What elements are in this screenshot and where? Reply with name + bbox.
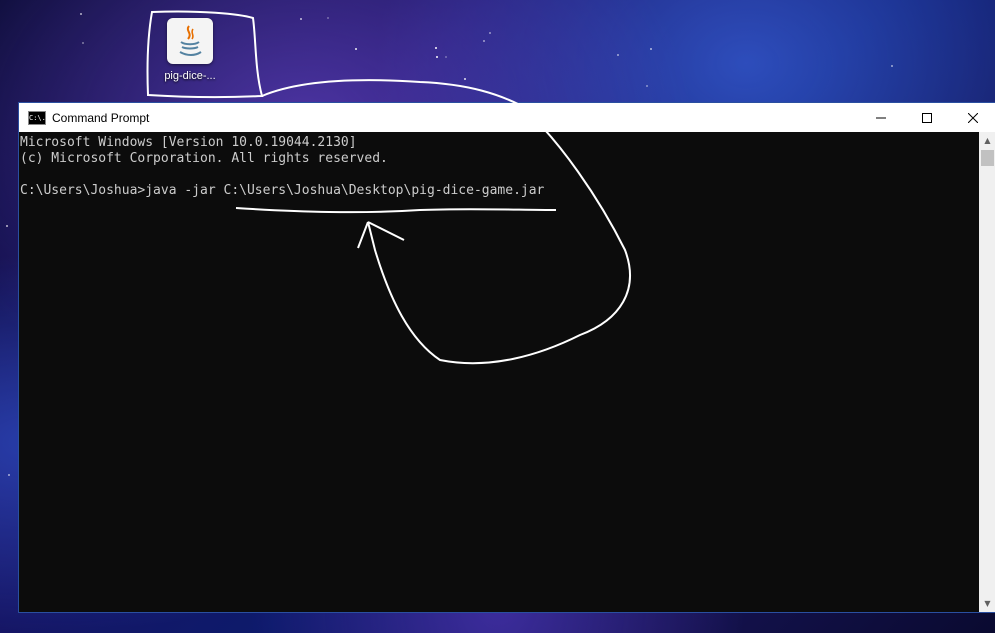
- wallpaper-star: [436, 56, 438, 58]
- wallpaper-star: [355, 48, 357, 50]
- command-prompt-window: C:\. Command Prompt Microsoft Windows [V…: [18, 102, 995, 613]
- wallpaper-star: [891, 65, 893, 67]
- close-button[interactable]: [950, 103, 995, 132]
- wallpaper-star: [489, 32, 491, 34]
- wallpaper-star: [650, 48, 652, 50]
- wallpaper-star: [483, 40, 485, 42]
- vertical-scrollbar[interactable]: ▲ ▼: [979, 132, 995, 612]
- scroll-up-icon[interactable]: ▲: [979, 132, 995, 149]
- wallpaper-star: [445, 56, 447, 58]
- desktop-icon-pig-dice-jar[interactable]: pig-dice-...: [150, 16, 230, 92]
- wallpaper-star: [646, 85, 648, 87]
- close-icon: [968, 112, 978, 123]
- wallpaper-star: [617, 54, 619, 56]
- console-command-line: C:\Users\Joshua>java -jar C:\Users\Joshu…: [20, 183, 545, 198]
- scroll-down-icon[interactable]: ▼: [979, 595, 995, 612]
- window-title: Command Prompt: [52, 110, 150, 125]
- cmd-app-icon: C:\.: [28, 110, 46, 125]
- wallpaper-star: [435, 47, 437, 49]
- console-output[interactable]: Microsoft Windows [Version 10.0.19044.21…: [19, 132, 979, 612]
- maximize-icon: [922, 112, 932, 123]
- java-jar-icon: [167, 18, 213, 64]
- minimize-icon: [876, 117, 886, 118]
- wallpaper-star: [300, 18, 302, 20]
- wallpaper-star: [464, 78, 466, 80]
- desktop-icon-label: pig-dice-...: [164, 70, 216, 82]
- maximize-button[interactable]: [904, 103, 950, 132]
- wallpaper-star: [6, 225, 8, 227]
- wallpaper-star: [8, 474, 10, 476]
- window-titlebar[interactable]: C:\. Command Prompt: [19, 103, 995, 132]
- wallpaper-star: [327, 17, 329, 19]
- console-line: Microsoft Windows [Version 10.0.19044.21…: [20, 135, 357, 150]
- scroll-thumb[interactable]: [981, 150, 994, 166]
- wallpaper-star: [82, 42, 84, 44]
- minimize-button[interactable]: [858, 103, 904, 132]
- wallpaper-star: [80, 13, 82, 15]
- console-line: (c) Microsoft Corporation. All rights re…: [20, 151, 388, 166]
